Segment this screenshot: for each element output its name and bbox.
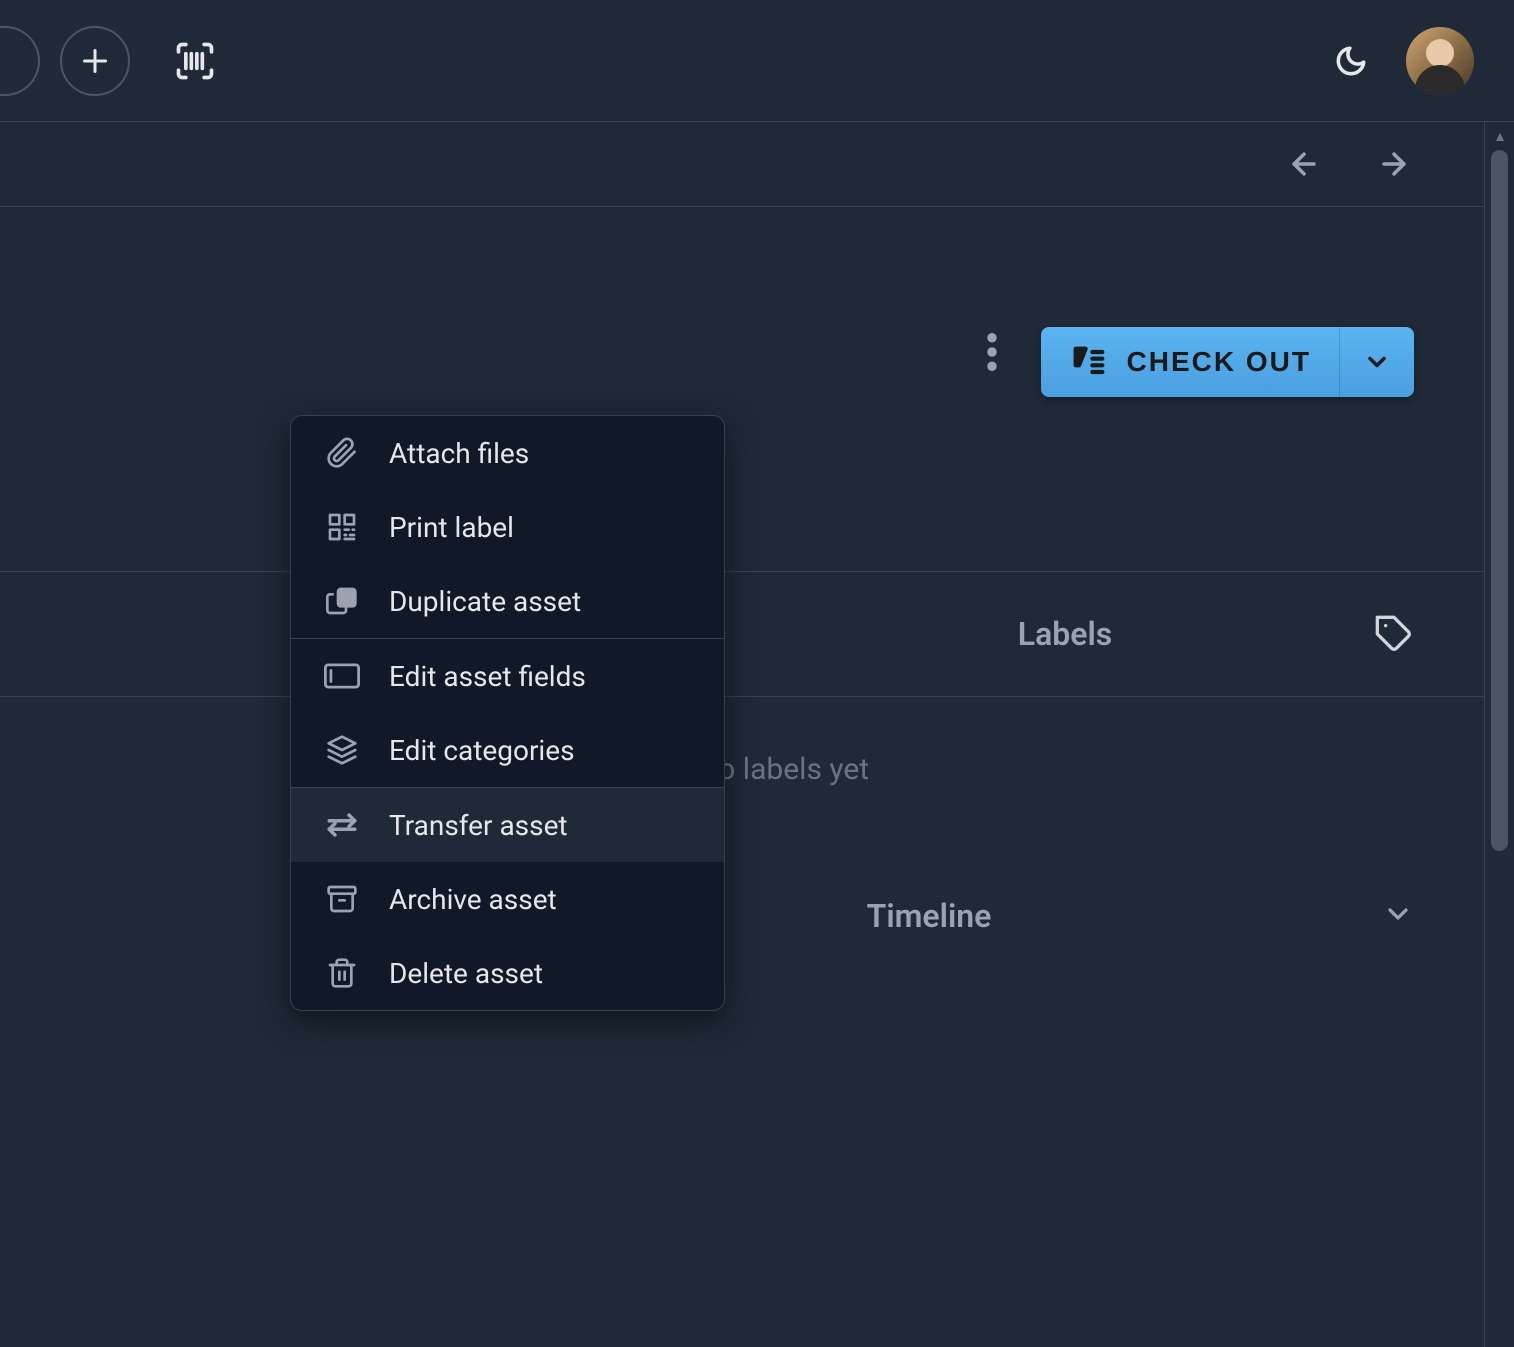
scan-button[interactable] — [170, 36, 220, 86]
moon-icon — [1334, 44, 1368, 78]
timeline-section-header: Timeline — [0, 842, 1514, 935]
checkout-button[interactable]: CHECK OUT — [1041, 327, 1339, 397]
menu-item-edit-categories[interactable]: Edit categories — [291, 713, 724, 787]
menu-item-edit-asset-fields[interactable]: Edit asset fields — [291, 639, 724, 713]
menu-item-attach-files[interactable]: Attach files — [291, 416, 724, 490]
trash-icon — [326, 957, 358, 989]
scrollbar-thumb[interactable] — [1491, 150, 1508, 851]
menu-item-duplicate-asset[interactable]: Duplicate asset — [291, 564, 724, 638]
top-bar — [0, 0, 1514, 122]
menu-label: Archive asset — [389, 883, 557, 916]
scrollbar[interactable]: ▲ — [1484, 122, 1514, 1347]
checkout-icon — [1069, 342, 1109, 382]
kebab-icon — [987, 333, 997, 371]
plus-icon — [77, 43, 113, 79]
menu-item-archive-asset[interactable]: Archive asset — [291, 862, 724, 936]
checkout-dropdown-button[interactable] — [1339, 327, 1414, 397]
menu-label: Edit asset fields — [389, 660, 586, 693]
arrow-left-icon — [1287, 147, 1321, 181]
archive-icon — [326, 883, 358, 915]
avatar[interactable] — [1406, 27, 1474, 95]
top-bar-right — [1331, 27, 1474, 95]
top-bar-left — [40, 26, 220, 96]
layers-icon — [326, 734, 358, 766]
menu-item-print-label[interactable]: Print label — [291, 490, 724, 564]
scrollbar-track[interactable] — [1487, 150, 1512, 1319]
more-options-button[interactable] — [978, 327, 1006, 377]
menu-label: Attach files — [389, 437, 529, 470]
barcode-icon — [173, 39, 217, 83]
nav-prev-button[interactable] — [1284, 144, 1324, 184]
labels-content: No labels yet — [0, 697, 1514, 842]
form-icon — [324, 662, 360, 690]
nav-next-button[interactable] — [1374, 144, 1414, 184]
action-area: CHECK OUT — [0, 207, 1514, 572]
menu-label: Delete asset — [389, 957, 543, 990]
copy-icon — [326, 585, 358, 617]
tag-icon — [1374, 614, 1414, 654]
menu-label: Edit categories — [389, 734, 575, 767]
menu-label: Print label — [389, 511, 514, 544]
nav-arrows — [0, 122, 1514, 207]
chevron-down-icon — [1363, 348, 1391, 376]
checkout-button-group: CHECK OUT — [1041, 327, 1414, 397]
qr-icon — [326, 511, 358, 543]
timeline-title: Timeline — [867, 897, 992, 935]
paperclip-icon — [326, 437, 358, 469]
chevron-down-icon — [1382, 898, 1414, 930]
add-label-button[interactable] — [1374, 614, 1414, 654]
scrollbar-up-button[interactable]: ▲ — [1485, 122, 1514, 150]
checkout-label: CHECK OUT — [1127, 346, 1311, 378]
menu-label: Duplicate asset — [389, 585, 581, 618]
menu-item-transfer-asset[interactable]: Transfer asset — [291, 788, 724, 862]
labels-section-header: Labels — [0, 572, 1514, 697]
menu-label: Transfer asset — [389, 809, 568, 842]
transfer-icon — [325, 808, 359, 842]
menu-item-delete-asset[interactable]: Delete asset — [291, 936, 724, 1010]
timeline-collapse-button[interactable] — [1382, 898, 1414, 934]
labels-title: Labels — [1018, 615, 1112, 653]
partial-button[interactable] — [0, 26, 40, 96]
theme-toggle-button[interactable] — [1331, 41, 1371, 81]
context-menu: Attach files Print label Duplicate asset — [290, 415, 725, 1011]
add-button[interactable] — [60, 26, 130, 96]
arrow-right-icon — [1377, 147, 1411, 181]
